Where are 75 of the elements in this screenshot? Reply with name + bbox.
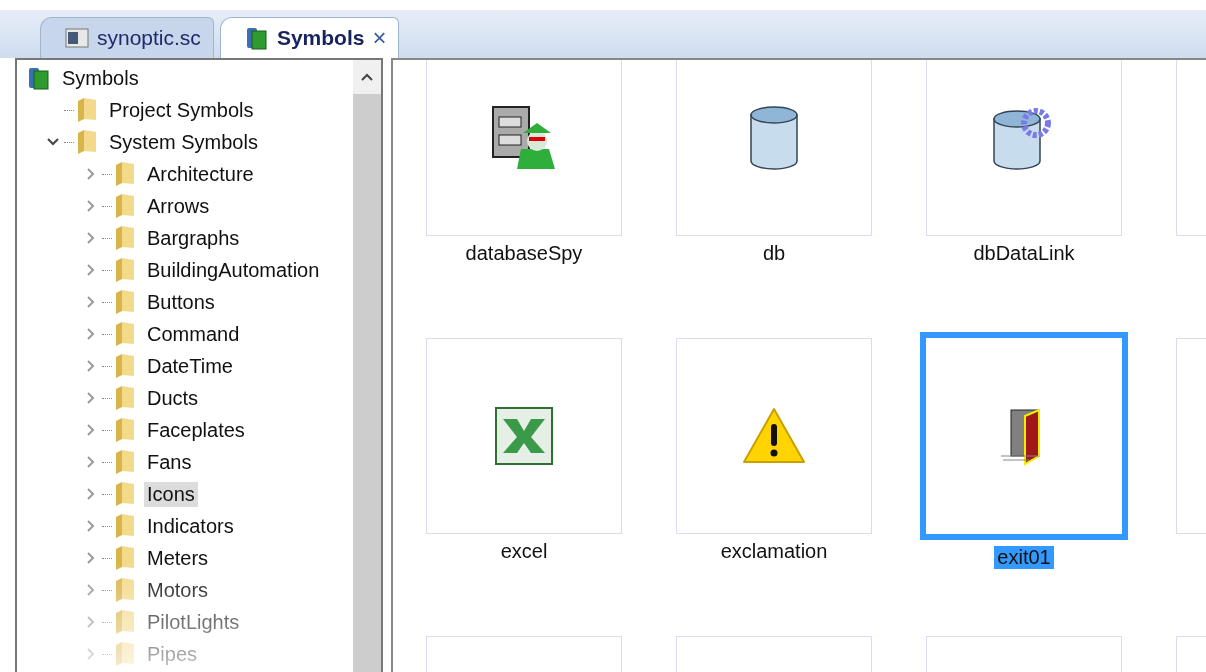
chevron-right-icon[interactable] (86, 295, 96, 309)
folder-icon (114, 577, 136, 603)
chevron-right-icon[interactable] (86, 359, 96, 373)
chevron-right-icon[interactable] (86, 455, 96, 469)
tree-item[interactable]: Buttons (144, 289, 218, 315)
tree-item[interactable]: Arrows (144, 193, 213, 219)
tree-item[interactable]: Icons (144, 481, 198, 507)
folder-icon (114, 353, 136, 379)
symbol-name: dbDataLink (972, 242, 1076, 265)
tree-item[interactable]: Fans (144, 449, 195, 475)
screen-icon (65, 28, 89, 48)
tab[interactable]: synoptic.sc (40, 17, 214, 58)
tree-item[interactable]: Bargraphs (144, 225, 243, 251)
chevron-right-icon[interactable] (86, 519, 96, 533)
tree-item[interactable]: Meters (144, 545, 212, 571)
chevron-right-icon[interactable] (86, 199, 96, 213)
folder-icon (114, 641, 136, 667)
symbol-tile[interactable] (920, 332, 1128, 540)
tree-item[interactable]: PilotLights (144, 609, 243, 635)
scrollbar-thumb[interactable] (353, 94, 381, 672)
chevron-right-icon[interactable] (86, 167, 96, 181)
tree-item[interactable]: BuildingAutomation (144, 257, 323, 283)
tab[interactable]: Symbols × (219, 17, 400, 58)
chevron-right-icon[interactable] (86, 487, 96, 501)
book-icon (27, 66, 51, 90)
folder-icon (114, 289, 136, 315)
cylinder-icon (749, 105, 799, 171)
tree-item[interactable]: Faceplates (144, 417, 248, 443)
chevron-up-icon (360, 72, 374, 82)
tree-item[interactable]: Indicators (144, 513, 237, 539)
scroll-up-button[interactable] (353, 60, 381, 94)
chevron-right-icon[interactable] (86, 391, 96, 405)
folder-icon (76, 97, 98, 123)
tree-item[interactable]: Motors (144, 577, 212, 603)
folder-icon (114, 225, 136, 251)
chevron-right-icon[interactable] (86, 551, 96, 565)
chevron-right-icon[interactable] (86, 231, 96, 245)
chevron-right-icon[interactable] (86, 615, 96, 629)
tab-label: synoptic.sc (97, 26, 201, 50)
spreadsheet-icon (495, 407, 553, 465)
chevron-right-icon[interactable] (86, 647, 96, 661)
symbol-name: exclamation (719, 540, 829, 563)
chevron-right-icon[interactable] (86, 327, 96, 341)
chevron-down-icon[interactable] (46, 137, 60, 147)
chevron-right-icon[interactable] (86, 583, 96, 597)
folder-icon (114, 481, 136, 507)
symbol-name: databaseSpy (464, 242, 584, 265)
folder-icon (114, 193, 136, 219)
folder-icon (114, 257, 136, 283)
symbol-name: excel (499, 540, 549, 563)
folder-icon (114, 609, 136, 635)
warning-icon (742, 406, 806, 466)
folder-icon (114, 161, 136, 187)
close-button[interactable]: × (372, 24, 387, 52)
tree-item[interactable]: Command (144, 321, 243, 347)
folder-icon (114, 513, 136, 539)
book-icon (244, 26, 269, 50)
folder-icon (114, 385, 136, 411)
symbol-name: db (761, 242, 787, 265)
folder-icon (114, 545, 136, 571)
folder-icon (114, 321, 136, 347)
chevron-right-icon[interactable] (86, 423, 96, 437)
tree-item[interactable]: Ducts (144, 385, 202, 411)
tree-item[interactable]: Architecture (144, 161, 257, 187)
symbol-name: exit01 (994, 546, 1054, 569)
folder-icon (76, 129, 98, 155)
tree-item[interactable]: DateTime (144, 353, 236, 379)
tab-label: Symbols (276, 26, 365, 50)
cabinet-agent-icon (491, 105, 557, 171)
tree-item[interactable]: Project Symbols (106, 97, 257, 123)
tree-item[interactable]: System Symbols (106, 129, 261, 155)
chevron-right-icon[interactable] (86, 263, 96, 277)
tree-item[interactable]: Symbols (59, 65, 142, 91)
folder-icon (114, 417, 136, 443)
folder-icon (114, 449, 136, 475)
